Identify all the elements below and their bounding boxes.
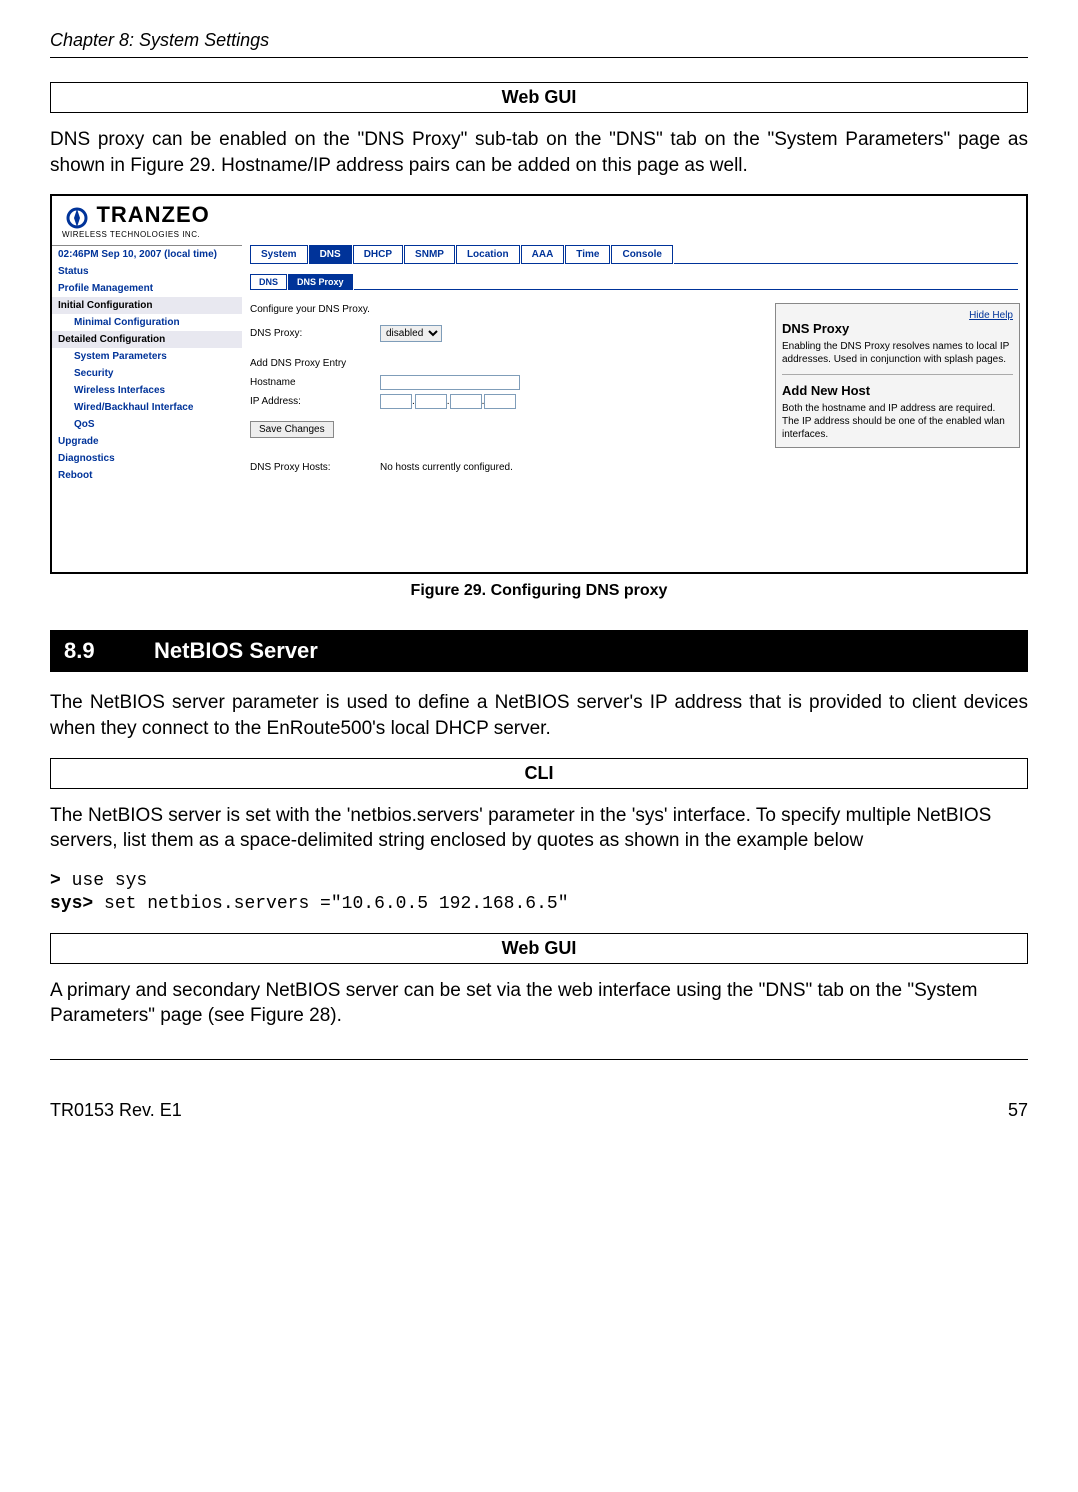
sidebar-reboot[interactable]: Reboot <box>52 467 242 484</box>
header-rule <box>50 57 1028 58</box>
sidebar: 02:46PM Sep 10, 2007 (local time) Status… <box>52 245 242 566</box>
ip-octet-4[interactable] <box>484 394 516 409</box>
tab-dhcp[interactable]: DHCP <box>353 245 403 264</box>
sidebar-profile[interactable]: Profile Management <box>52 280 242 297</box>
help-body-1: Enabling the DNS Proxy resolves names to… <box>782 340 1013 366</box>
hostname-input[interactable] <box>380 375 520 390</box>
tab-row: System DNS DHCP SNMP Location AAA Time C… <box>250 245 1018 264</box>
help-body-2: Both the hostname and IP address are req… <box>782 402 1013 441</box>
hosts-value: No hosts currently configured. <box>380 462 513 473</box>
cli-prompt-1: > <box>50 871 61 891</box>
sidebar-security[interactable]: Security <box>52 365 242 382</box>
sidebar-time: 02:46PM Sep 10, 2007 (local time) <box>52 246 242 263</box>
logo-area: TRANZEO WIRELESS TECHNOLOGIES INC. <box>52 196 1026 245</box>
paragraph-4: A primary and secondary NetBIOS server c… <box>50 978 1028 1029</box>
sidebar-initial-config: Initial Configuration <box>52 297 242 314</box>
tab-location[interactable]: Location <box>456 245 520 264</box>
subtab-dns[interactable]: DNS <box>250 274 287 290</box>
ip-octet-3[interactable] <box>450 394 482 409</box>
sidebar-qos[interactable]: QoS <box>52 416 242 433</box>
logo-subtext: WIRELESS TECHNOLOGIES INC. <box>62 230 1016 239</box>
cli-prompt-2: sys> <box>50 894 93 914</box>
help-title-1: DNS Proxy <box>782 321 1013 336</box>
tab-console[interactable]: Console <box>611 245 672 264</box>
figure-29-screenshot: TRANZEO WIRELESS TECHNOLOGIES INC. 02:46… <box>50 194 1028 574</box>
footer-left: TR0153 Rev. E1 <box>50 1100 182 1121</box>
sidebar-minimal[interactable]: Minimal Configuration <box>52 314 242 331</box>
tab-aaa[interactable]: AAA <box>521 245 565 264</box>
tab-snmp[interactable]: SNMP <box>404 245 455 264</box>
ip-label: IP Address: <box>250 396 380 407</box>
page-footer: TR0153 Rev. E1 57 <box>50 1100 1028 1121</box>
cli-box: CLI <box>50 758 1028 789</box>
section-number: 8.9 <box>64 638 154 664</box>
sidebar-detailed-config: Detailed Configuration <box>52 331 242 348</box>
sidebar-sysparams[interactable]: System Parameters <box>52 348 242 365</box>
section-title: NetBIOS Server <box>154 638 318 664</box>
footer-page-number: 57 <box>1008 1100 1028 1121</box>
help-divider <box>782 374 1013 375</box>
cli-cmd-2: set netbios.servers ="10.6.0.5 192.168.6… <box>93 894 568 914</box>
sidebar-wireless[interactable]: Wireless Interfaces <box>52 382 242 399</box>
help-panel: Hide Help DNS Proxy Enabling the DNS Pro… <box>775 303 1020 448</box>
sidebar-status[interactable]: Status <box>52 263 242 280</box>
paragraph-1: DNS proxy can be enabled on the "DNS Pro… <box>50 127 1028 178</box>
ip-octet-2[interactable] <box>415 394 447 409</box>
paragraph-3: The NetBIOS server is set with the 'netb… <box>50 803 1028 854</box>
dns-proxy-label: DNS Proxy: <box>250 328 380 339</box>
footer-rule <box>50 1059 1028 1060</box>
tab-system[interactable]: System <box>250 245 308 264</box>
cli-cmd-1: use sys <box>61 871 147 891</box>
ip-octet-1[interactable] <box>380 394 412 409</box>
paragraph-2: The NetBIOS server parameter is used to … <box>50 690 1028 741</box>
logo-icon <box>62 206 92 230</box>
dns-proxy-select[interactable]: disabled <box>380 325 442 342</box>
chapter-header: Chapter 8: System Settings <box>50 30 1028 51</box>
subtab-row: DNS DNS Proxy <box>250 274 1018 290</box>
subtab-dns-proxy[interactable]: DNS Proxy <box>288 274 353 290</box>
hostname-label: Hostname <box>250 377 380 388</box>
sidebar-wired[interactable]: Wired/Backhaul Interface <box>52 399 242 416</box>
tab-dns[interactable]: DNS <box>309 245 352 264</box>
logo-text: TRANZEO <box>96 202 209 227</box>
hide-help-link[interactable]: Hide Help <box>969 310 1013 321</box>
web-gui-box-1: Web GUI <box>50 82 1028 113</box>
sidebar-upgrade[interactable]: Upgrade <box>52 433 242 450</box>
hosts-label: DNS Proxy Hosts: <box>250 462 380 473</box>
tab-time[interactable]: Time <box>565 245 610 264</box>
help-title-2: Add New Host <box>782 383 1013 398</box>
web-gui-box-2: Web GUI <box>50 933 1028 964</box>
section-heading: 8.9 NetBIOS Server <box>50 630 1028 672</box>
figure-caption: Figure 29. Configuring DNS proxy <box>50 582 1028 600</box>
sidebar-diagnostics[interactable]: Diagnostics <box>52 450 242 467</box>
main-panel: System DNS DHCP SNMP Location AAA Time C… <box>242 245 1026 566</box>
save-changes-button[interactable]: Save Changes <box>250 421 334 438</box>
cli-example: > use sys sys> set netbios.servers ="10.… <box>50 870 1028 917</box>
